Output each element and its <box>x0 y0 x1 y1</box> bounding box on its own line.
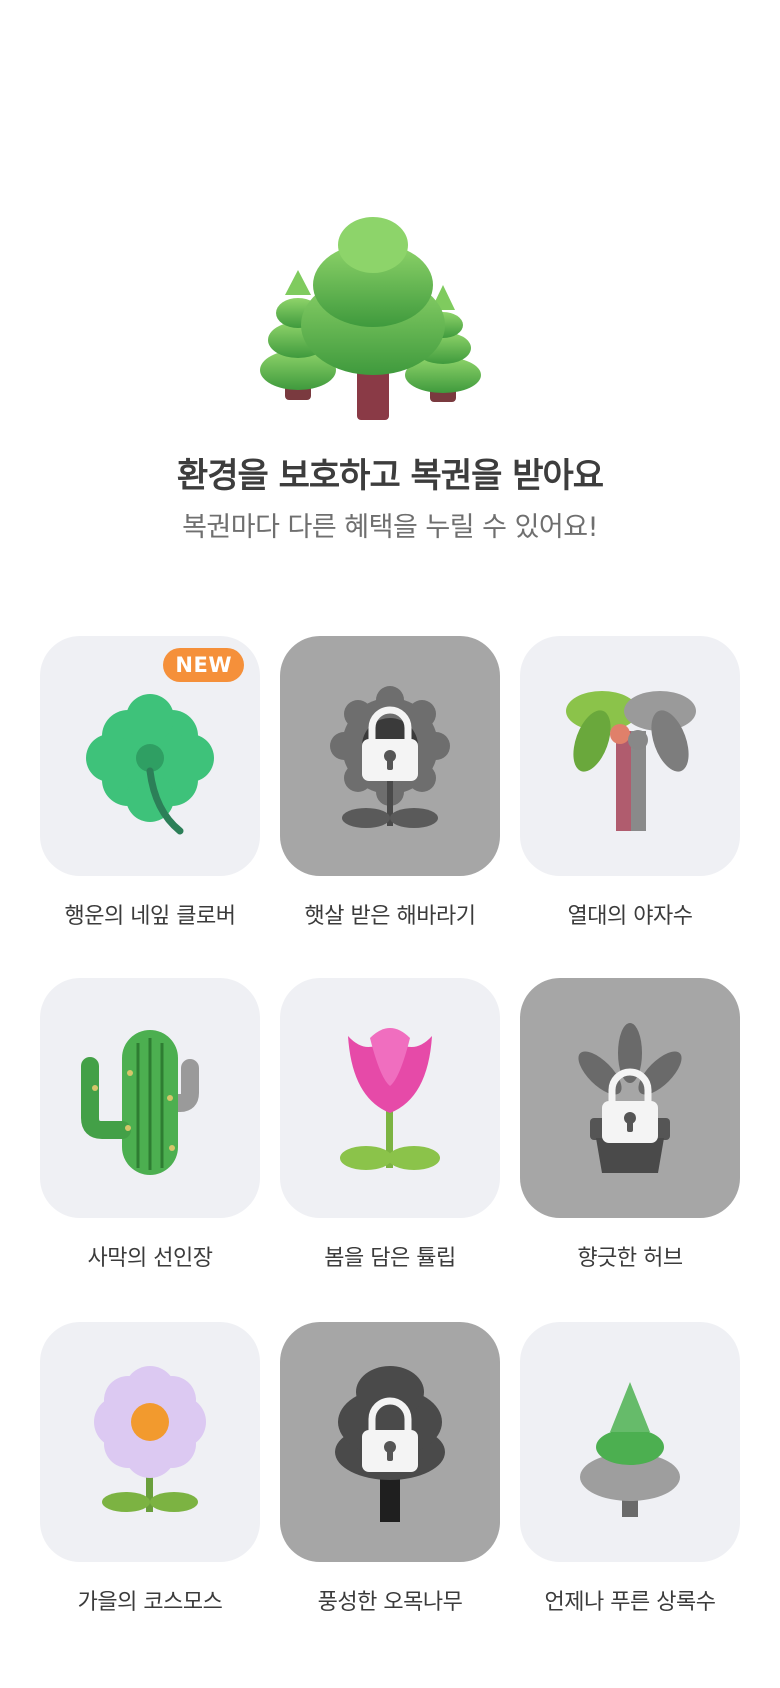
sunflower-icon <box>330 686 450 828</box>
card-four-leaf-clover[interactable]: NEW <box>40 636 260 876</box>
card-cosmos[interactable] <box>40 1322 260 1562</box>
cosmos-flower-icon <box>94 1366 206 1512</box>
forest-illustration <box>260 217 481 420</box>
new-badge: NEW <box>163 648 244 682</box>
page-subtitle: 복권마다 다른 혜택을 누릴 수 있어요! <box>182 512 598 543</box>
page-title: 환경을 보호하고 복권을 받아요 <box>176 456 604 496</box>
card-label: 언제나 푸른 상록수 <box>544 1590 716 1615</box>
card-label: 열대의 야자수 <box>567 904 693 929</box>
card-label: 봄을 담은 튤립 <box>324 1246 456 1271</box>
cactus-icon <box>81 1030 199 1175</box>
hero-section: 환경을 보호하고 복권을 받아요 복권마다 다른 혜택을 누릴 수 있어요! <box>0 0 780 560</box>
card-label: 행운의 네잎 클로버 <box>64 904 236 929</box>
herb-pot-icon <box>578 1023 682 1173</box>
evergreen-tree-icon <box>580 1382 680 1517</box>
card-label: 사막의 선인장 <box>87 1246 213 1271</box>
card-palm-tree[interactable] <box>520 636 740 876</box>
tulip-icon <box>340 1028 440 1170</box>
palm-tree-icon <box>566 691 696 831</box>
card-label: 풍성한 오목나무 <box>317 1590 463 1615</box>
card-sunflower[interactable] <box>280 636 500 876</box>
card-round-tree[interactable] <box>280 1322 500 1562</box>
card-cactus[interactable] <box>40 978 260 1218</box>
card-tulip[interactable] <box>280 978 500 1218</box>
card-label: 향긋한 허브 <box>577 1246 683 1271</box>
card-label: 가을의 코스모스 <box>77 1590 223 1615</box>
round-tree-icon <box>335 1366 445 1522</box>
card-label: 햇살 받은 해바라기 <box>304 904 476 929</box>
card-herb[interactable] <box>520 978 740 1218</box>
card-evergreen[interactable] <box>520 1322 740 1562</box>
